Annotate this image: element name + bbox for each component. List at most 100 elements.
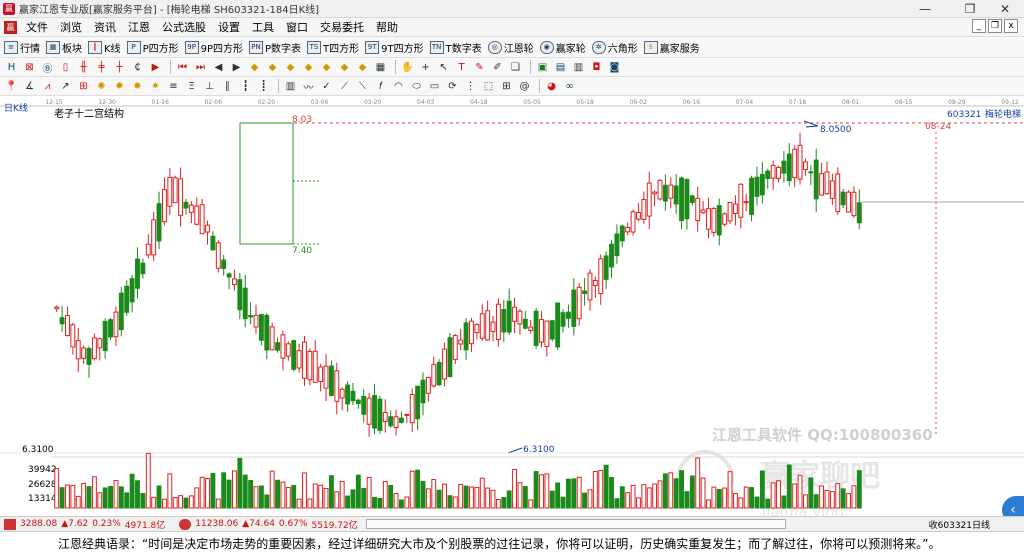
calc-icon[interactable]: ▣ bbox=[535, 60, 550, 74]
candle-body[interactable] bbox=[59, 317, 65, 325]
candle-body[interactable] bbox=[334, 370, 340, 402]
candle-body[interactable] bbox=[296, 350, 302, 369]
candle-body[interactable] bbox=[436, 362, 442, 386]
infinity-icon[interactable]: ∞ bbox=[562, 79, 577, 93]
grid2-icon[interactable]: ⊞ bbox=[499, 79, 514, 93]
candle-body[interactable] bbox=[679, 177, 684, 222]
candle-body[interactable] bbox=[657, 179, 663, 200]
candle-body[interactable] bbox=[695, 197, 701, 222]
candle-body[interactable] bbox=[264, 314, 270, 351]
candle-body[interactable] bbox=[431, 364, 437, 387]
trend-icon[interactable]: ⟋ bbox=[337, 79, 352, 93]
diamond7-icon[interactable]: ◆ bbox=[355, 60, 370, 74]
right-icon[interactable]: ▶ bbox=[229, 60, 244, 74]
candle-body[interactable] bbox=[183, 201, 189, 209]
toolbar-t-number-table-button[interactable]: TN T数字表 bbox=[429, 40, 482, 55]
candle-body[interactable] bbox=[113, 311, 119, 338]
menu-file[interactable]: 文件 bbox=[20, 19, 54, 35]
toolbar-p-square-button[interactable]: P P四方形 bbox=[126, 40, 179, 55]
spiral-icon[interactable]: @ bbox=[517, 79, 532, 93]
candle-body[interactable] bbox=[188, 204, 194, 213]
pencil-icon[interactable]: ✎ bbox=[472, 60, 487, 74]
star-icon[interactable]: ✹ bbox=[112, 79, 127, 93]
menu-help[interactable]: 帮助 bbox=[370, 19, 404, 35]
export-icon[interactable]: ◘ bbox=[589, 60, 604, 74]
fib-icon[interactable]: 𝑓 bbox=[373, 79, 388, 93]
close-button[interactable]: ✕ bbox=[990, 0, 1020, 18]
copy-icon[interactable]: ❏ bbox=[508, 60, 523, 74]
candle-body[interactable] bbox=[151, 219, 157, 256]
candle-body[interactable] bbox=[479, 313, 485, 339]
gann-box-icon[interactable]: ⊞ bbox=[76, 79, 91, 93]
candle-body[interactable] bbox=[598, 258, 604, 295]
candle-body[interactable] bbox=[108, 319, 114, 338]
restore-button[interactable]: ❐ bbox=[955, 0, 985, 18]
candle-body[interactable] bbox=[91, 337, 97, 360]
candle-body[interactable] bbox=[463, 322, 469, 351]
arc-icon[interactable]: ◠ bbox=[391, 79, 406, 93]
candle-body[interactable] bbox=[808, 171, 814, 174]
candle-body[interactable] bbox=[398, 417, 404, 423]
candle-body[interactable] bbox=[393, 416, 399, 429]
fan-icon[interactable]: ⩘ bbox=[40, 79, 55, 93]
candle-body[interactable] bbox=[646, 182, 652, 217]
candle-body[interactable] bbox=[129, 278, 135, 303]
candle-body[interactable] bbox=[668, 184, 674, 199]
toolbar-hexagon-button[interactable]: ✲ 六角形 bbox=[591, 40, 638, 55]
candle-body[interactable] bbox=[280, 334, 286, 359]
menu-gann[interactable]: 江恩 bbox=[122, 19, 156, 35]
candle-body[interactable] bbox=[86, 348, 92, 365]
candle-body[interactable] bbox=[662, 184, 668, 202]
chart-canvas[interactable]: 12-15 12-30 01-16 02-06 02-20 03-06 03-20 04-03… bbox=[0, 96, 1024, 516]
candle-body[interactable] bbox=[345, 384, 351, 405]
candle-body[interactable] bbox=[269, 326, 275, 351]
diamond2-icon[interactable]: ◆ bbox=[265, 60, 280, 74]
candle-body[interactable] bbox=[517, 310, 523, 325]
candle-body[interactable] bbox=[161, 189, 167, 223]
cycle-icon[interactable]: ⟳ bbox=[445, 79, 460, 93]
mdi-minimize-button[interactable]: _ bbox=[972, 19, 986, 33]
candle-body[interactable] bbox=[700, 209, 706, 214]
candle-body[interactable] bbox=[512, 306, 518, 322]
square-icon[interactable]: ⬚ bbox=[481, 79, 496, 93]
candle-body[interactable] bbox=[409, 394, 415, 424]
candle-body[interactable] bbox=[560, 312, 566, 327]
candle-body[interactable] bbox=[178, 178, 184, 216]
period-lines-icon[interactable]: ▥ bbox=[283, 79, 298, 93]
menu-news[interactable]: 资讯 bbox=[88, 19, 122, 35]
candle-body[interactable] bbox=[765, 170, 771, 179]
candle-body[interactable] bbox=[291, 340, 297, 370]
candle3-icon[interactable]: ┼ bbox=[112, 60, 127, 74]
diamond6-icon[interactable]: ◆ bbox=[337, 60, 352, 74]
candle-body[interactable] bbox=[377, 398, 383, 431]
channel-icon[interactable]: ∥ bbox=[220, 79, 235, 93]
candle-body[interactable] bbox=[571, 289, 577, 327]
candle-body[interactable] bbox=[749, 177, 755, 215]
candle-body[interactable] bbox=[565, 311, 571, 319]
candle-body[interactable] bbox=[458, 339, 464, 345]
candle-body[interactable] bbox=[743, 201, 749, 204]
brush-icon[interactable]: ✐ bbox=[490, 60, 505, 74]
candle-body[interactable] bbox=[797, 144, 803, 180]
menu-window[interactable]: 窗口 bbox=[280, 19, 314, 35]
candle-body[interactable] bbox=[323, 365, 329, 389]
toolbar-9p-square-button[interactable]: 9P 9P四方形 bbox=[184, 40, 243, 55]
check-icon[interactable]: ✓ bbox=[319, 79, 334, 93]
candle-body[interactable] bbox=[145, 243, 151, 256]
candle-body[interactable] bbox=[582, 290, 588, 295]
settings-icon[interactable]: ◙ bbox=[607, 60, 622, 74]
candle-body[interactable] bbox=[689, 195, 695, 204]
select-icon[interactable]: ⊠ bbox=[22, 60, 37, 74]
toolbar-quotes-button[interactable]: ≡ 行情 bbox=[4, 40, 40, 55]
color-icon[interactable]: ◕ bbox=[544, 79, 559, 93]
ruler-icon[interactable]: ⊥ bbox=[202, 79, 217, 93]
dollar-icon[interactable]: ₵ bbox=[130, 60, 145, 74]
candle-body[interactable] bbox=[549, 320, 555, 340]
candle-body[interactable] bbox=[118, 292, 124, 331]
candle-body[interactable] bbox=[727, 201, 733, 222]
menu-settings[interactable]: 设置 bbox=[212, 19, 246, 35]
diamond5-icon[interactable]: ◆ bbox=[319, 60, 334, 74]
candle-body[interactable] bbox=[97, 338, 103, 349]
hand-icon[interactable]: ✋ bbox=[400, 60, 415, 74]
menu-browse[interactable]: 浏览 bbox=[54, 19, 88, 35]
